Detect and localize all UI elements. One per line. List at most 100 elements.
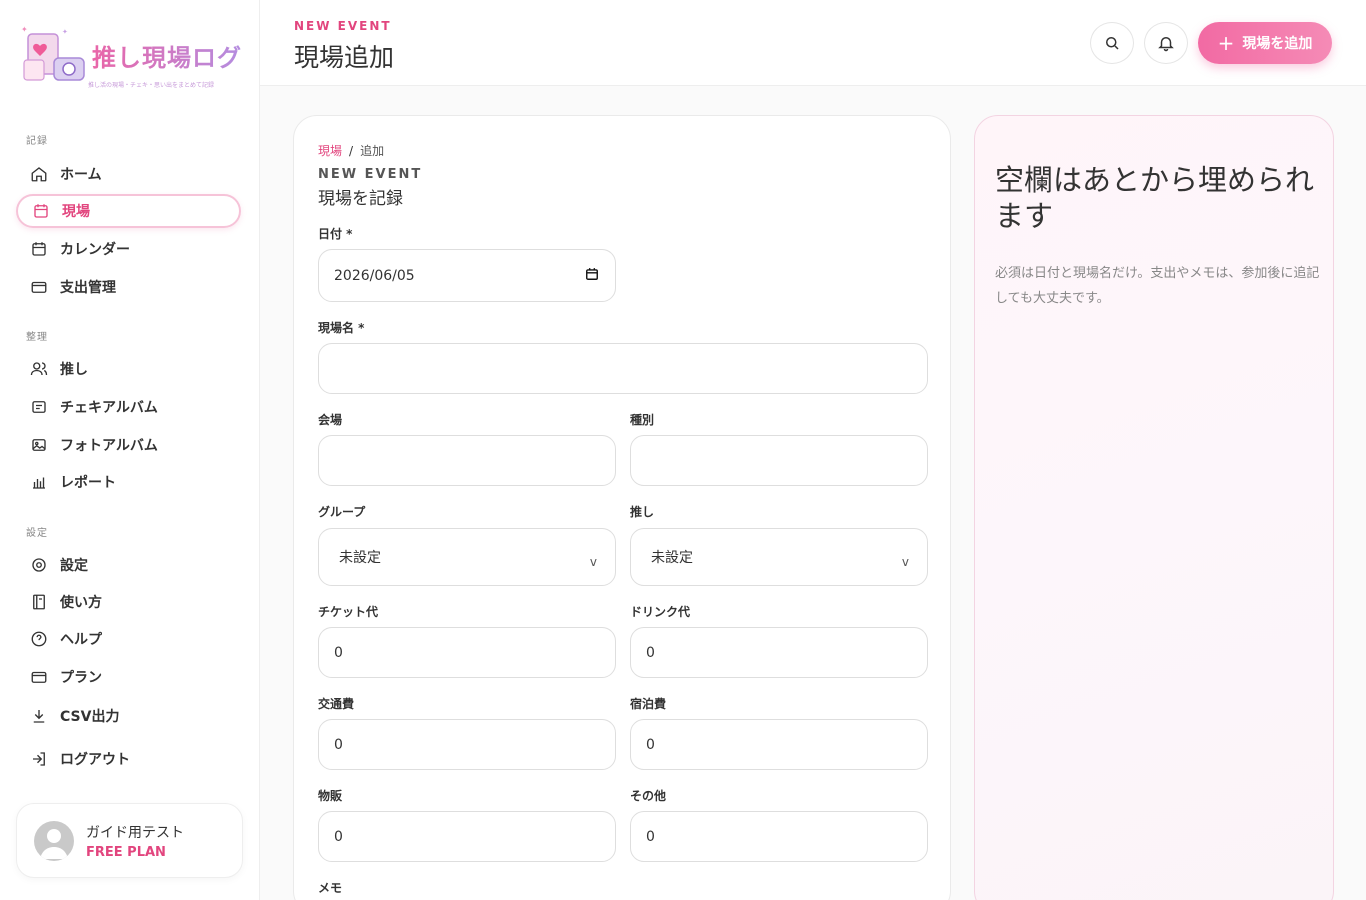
app-logo[interactable]: ✦ ✦ 推し現場ログ 推し活の現場・チェキ・思い出をまとめて記録: [18, 20, 243, 92]
sidebar-item-calendar[interactable]: カレンダー: [16, 232, 241, 266]
add-event-label: 現場を追加: [1242, 36, 1313, 52]
sidebar-item-oshi[interactable]: 推し: [16, 352, 241, 386]
user-avatar-icon: [40, 829, 68, 859]
venue-input[interactable]: [318, 435, 616, 486]
logo-subtitle: 推し活の現場・チェキ・思い出をまとめて記録: [88, 82, 215, 89]
oshi-value: 未設定: [651, 550, 693, 566]
drink-input[interactable]: 0: [630, 627, 928, 678]
section-label-settings: 設定: [26, 528, 48, 539]
lodging-label: 宿泊費: [630, 697, 667, 711]
drink-label: ドリンク代: [630, 605, 691, 619]
logo-illustration-icon: ✦ ✦: [21, 25, 85, 81]
memo-label: メモ: [318, 881, 343, 895]
sidebar-item-label: ホーム: [60, 167, 102, 183]
chevron-down-icon: v: [589, 555, 597, 569]
help-icon: [31, 631, 47, 647]
ticket-label: チケット代: [318, 605, 379, 619]
sidebar-item-label: CSV出力: [60, 709, 120, 725]
sidebar-item-expenses[interactable]: 支出管理: [16, 270, 241, 304]
sidebar-item-logout[interactable]: ログアウト: [16, 742, 241, 776]
sidebar-item-report[interactable]: レポート: [16, 465, 241, 499]
event-form-card: 現場 / 追加 NEW EVENT 現場を記録 日付 * 2026/06/05 現場…: [293, 115, 951, 900]
transport-value: 0: [334, 736, 343, 753]
sidebar-item-label: 推し: [60, 362, 88, 378]
bell-icon: [1158, 37, 1174, 52]
bar-chart-icon: [33, 477, 45, 489]
date-input[interactable]: 2026/06/05: [318, 249, 616, 302]
svg-text:✦: ✦: [21, 25, 28, 34]
search-icon: [1106, 37, 1119, 50]
sidebar-item-guide[interactable]: 使い方: [16, 585, 241, 619]
date-label: 日付 *: [318, 227, 353, 241]
sidebar-item-help[interactable]: ヘルプ: [16, 622, 241, 656]
group-label: グループ: [318, 505, 366, 519]
group-select[interactable]: 未設定 v: [318, 528, 616, 586]
other-value: 0: [646, 828, 655, 845]
breadcrumb: 現場 / 追加: [318, 142, 384, 159]
event-name-input[interactable]: [318, 343, 928, 394]
sidebar-item-home[interactable]: ホーム: [16, 157, 241, 191]
section-label-organize: 整理: [26, 332, 48, 343]
form-eyebrow: NEW EVENT: [318, 167, 423, 182]
notifications-button[interactable]: [1144, 22, 1188, 64]
merch-label: 物販: [318, 789, 343, 803]
credit-card-icon: [31, 671, 47, 683]
ticket-input[interactable]: 0: [318, 627, 616, 678]
sidebar-item-label: ヘルプ: [60, 632, 102, 648]
sidebar-item-photo-album[interactable]: フォトアルバム: [16, 428, 241, 462]
date-value: 2026/06/05: [334, 267, 415, 284]
breadcrumb-current: 追加: [360, 144, 385, 158]
album-icon: [32, 401, 46, 413]
lodging-input[interactable]: 0: [630, 719, 928, 770]
avatar: [34, 821, 74, 861]
lodging-value: 0: [646, 736, 655, 753]
transport-label: 交通費: [318, 697, 355, 711]
sidebar-item-label: ログアウト: [60, 752, 130, 768]
logo-title: 推し現場ログ: [92, 38, 242, 73]
tip-text: 必須は日付と現場名だけ。支出やメモは、参加後に追記しても大丈夫です。: [995, 266, 1320, 306]
sidebar-item-csv-export[interactable]: CSV出力: [16, 699, 241, 733]
profile-card[interactable]: ガイド用テスト FREE PLAN: [16, 803, 243, 878]
plus-icon: +: [1217, 31, 1235, 55]
merch-value: 0: [334, 828, 343, 845]
sidebar-item-label: 支出管理: [60, 280, 116, 296]
calendar-picker-icon[interactable]: [585, 267, 599, 281]
breadcrumb-separator: /: [349, 144, 354, 158]
users-icon: [30, 362, 48, 376]
oshi-select[interactable]: 未設定 v: [630, 528, 928, 586]
section-label-record: 記録: [26, 136, 48, 147]
sidebar-item-label: チェキアルバム: [60, 400, 158, 416]
gear-icon: [32, 558, 46, 572]
sidebar-item-label: カレンダー: [60, 242, 130, 258]
breadcrumb-events-link[interactable]: 現場: [318, 144, 342, 158]
other-label: その他: [630, 789, 667, 803]
ticket-value: 0: [334, 644, 343, 661]
other-input[interactable]: 0: [630, 811, 928, 862]
transport-input[interactable]: 0: [318, 719, 616, 770]
merch-input[interactable]: 0: [318, 811, 616, 862]
event-name-label: 現場名 *: [318, 321, 365, 335]
book-icon: [33, 594, 45, 610]
sidebar-item-plan[interactable]: プラン: [16, 660, 241, 694]
sidebar-item-settings[interactable]: 設定: [16, 548, 241, 582]
form-title: 現場を記録: [318, 189, 403, 209]
sidebar: ✦ ✦ 推し現場ログ 推し活の現場・チェキ・思い出をまとめて記録 記録 ホーム …: [0, 0, 260, 900]
top-header: NEW EVENT 現場追加 + 現場を追加: [260, 0, 1366, 86]
image-icon: [32, 439, 46, 451]
credit-card-icon: [31, 281, 47, 293]
profile-name: ガイド用テスト: [86, 825, 184, 841]
oshi-label: 推し: [630, 505, 655, 519]
sidebar-item-events[interactable]: 現場: [16, 194, 241, 228]
search-button[interactable]: [1090, 22, 1134, 64]
sidebar-item-label: 現場: [62, 204, 90, 220]
calendar-icon: [32, 242, 46, 256]
logout-icon: [33, 752, 45, 766]
tip-title: 空欄はあとから埋められます: [995, 163, 1315, 233]
type-input[interactable]: [630, 435, 928, 486]
sidebar-item-label: フォトアルバム: [60, 438, 158, 454]
calendar-icon: [34, 204, 48, 218]
add-event-button[interactable]: + 現場を追加: [1198, 22, 1332, 64]
type-label: 種別: [630, 413, 655, 427]
sidebar-item-label: 設定: [60, 558, 88, 574]
sidebar-item-cheki-album[interactable]: チェキアルバム: [16, 390, 241, 424]
